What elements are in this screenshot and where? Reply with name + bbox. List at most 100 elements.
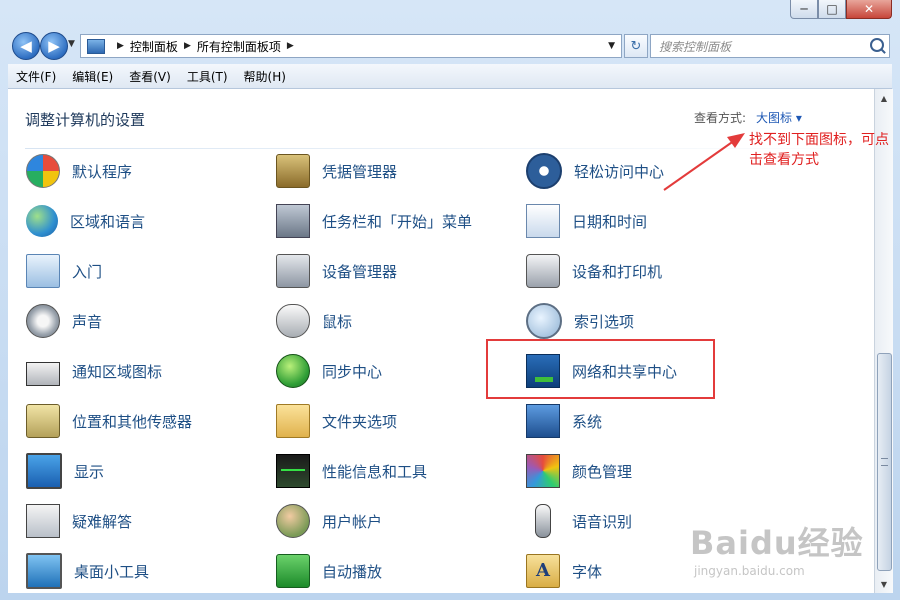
back-button[interactable]: ◀ [12, 32, 40, 60]
menu-edit[interactable]: 编辑(E) [64, 68, 121, 85]
watermark: Baidu经验 jingyan.baidu.com [690, 518, 890, 588]
control-panel-item[interactable]: 文件夹选项 [276, 401, 397, 441]
control-panel-item[interactable]: 桌面小工具 [26, 551, 149, 591]
search-input[interactable]: 搜索控制面板 [650, 34, 890, 58]
control-panel-item-label: 显示 [74, 462, 105, 481]
view-by-dropdown[interactable]: 大图标 ▾ [756, 111, 802, 125]
control-panel-item[interactable]: 性能信息和工具 [276, 451, 427, 491]
minimize-button[interactable]: ─ [790, 0, 818, 19]
scroll-up-icon[interactable]: ▲ [876, 90, 892, 106]
taskbar-start-menu-icon [276, 204, 310, 238]
menu-view[interactable]: 查看(V) [121, 68, 179, 85]
control-panel-window: ─ □ ✕ ◀ ▶ ▼ ▶ 控制面板 ▶ 所有控制面板项 ▶ ▼ ↻ 搜索控制面… [0, 0, 900, 600]
control-panel-item-label: 任务栏和「开始」菜单 [322, 212, 473, 231]
control-panel-item-label: 索引选项 [574, 312, 635, 331]
control-panel-item[interactable]: 自动播放 [276, 551, 382, 591]
control-panel-item-label: 同步中心 [322, 362, 383, 381]
divider [25, 148, 874, 149]
default-programs-icon [26, 154, 60, 188]
control-panel-item-label: 凭据管理器 [322, 162, 398, 181]
watermark-logo: Baidu经验 [690, 524, 864, 562]
refresh-button[interactable]: ↻ [624, 34, 648, 58]
control-panel-item[interactable]: 索引选项 [526, 301, 634, 341]
folder-options-icon [276, 404, 310, 438]
search-icon[interactable] [870, 38, 884, 52]
close-button[interactable]: ✕ [846, 0, 892, 19]
address-dropdown-icon[interactable]: ▼ [608, 41, 615, 51]
control-panel-item[interactable]: 设备和打印机 [526, 251, 662, 291]
speech-recognition-icon [535, 504, 551, 538]
control-panel-item-label: 通知区域图标 [72, 362, 163, 381]
control-panel-item[interactable]: 用户帐户 [276, 501, 382, 541]
control-panel-item-label: 区域和语言 [70, 212, 146, 231]
control-panel-item[interactable]: 位置和其他传感器 [26, 401, 192, 441]
ease-of-access-icon [526, 153, 562, 189]
control-panel-item[interactable]: 疑难解答 [26, 501, 132, 541]
control-panel-item[interactable]: 设备管理器 [276, 251, 397, 291]
control-panel-item-label: 位置和其他传感器 [72, 412, 193, 431]
control-panel-item-label: 入门 [72, 262, 103, 281]
breadcrumb-separator-icon[interactable]: ▶ [287, 41, 294, 51]
control-panel-item-label: 声音 [72, 312, 103, 331]
control-panel-item[interactable]: 鼠标 [276, 301, 352, 341]
control-panel-item[interactable]: 语音识别 [526, 501, 632, 541]
control-panel-item[interactable]: 日期和时间 [526, 201, 647, 241]
control-panel-item-label: 设备和打印机 [572, 262, 663, 281]
control-panel-item-label: 颜色管理 [572, 462, 633, 481]
device-manager-icon [276, 254, 310, 288]
maximize-button[interactable]: □ [818, 0, 846, 19]
breadcrumb-control-panel[interactable]: 控制面板 [130, 38, 178, 55]
page-title: 调整计算机的设置 [25, 111, 146, 129]
recent-pages-dropdown-icon[interactable]: ▼ [68, 39, 75, 49]
menu-tools[interactable]: 工具(T) [179, 68, 236, 85]
date-time-icon [526, 204, 560, 238]
credential-manager-icon [276, 154, 310, 188]
control-panel-item[interactable]: 入门 [26, 251, 102, 291]
control-panel-item-label: 文件夹选项 [322, 412, 398, 431]
mouse-icon [276, 304, 310, 338]
getting-started-icon [26, 254, 60, 288]
address-bar[interactable]: ▶ 控制面板 ▶ 所有控制面板项 ▶ ▼ [80, 34, 622, 58]
control-panel-item-label: 疑难解答 [72, 512, 133, 531]
control-panel-item[interactable]: 字体 [526, 551, 602, 591]
control-panel-item[interactable]: 轻松访问中心 [526, 151, 664, 191]
control-panel-item[interactable]: 声音 [26, 301, 102, 341]
control-panel-icon [87, 38, 105, 54]
autoplay-icon [276, 554, 310, 588]
fonts-icon [526, 554, 560, 588]
display-icon [26, 453, 62, 489]
control-panel-item-label: 系统 [572, 412, 603, 431]
indexing-options-icon [526, 303, 562, 339]
forward-button[interactable]: ▶ [40, 32, 68, 60]
notification-area-icon [26, 361, 60, 386]
control-panel-item[interactable]: 通知区域图标 [26, 351, 162, 391]
devices-printers-icon [526, 254, 560, 288]
control-panel-item[interactable]: 默认程序 [26, 151, 132, 191]
view-by-label: 查看方式: [694, 111, 747, 125]
view-by: 查看方式: 大图标 ▾ [694, 109, 802, 126]
navigation-bar: ◀ ▶ ▼ ▶ 控制面板 ▶ 所有控制面板项 ▶ ▼ ↻ 搜索控制面板 [8, 30, 892, 60]
control-panel-item[interactable]: 系统 [526, 401, 602, 441]
menu-file[interactable]: 文件(F) [8, 68, 64, 85]
control-panel-item[interactable]: 颜色管理 [526, 451, 632, 491]
control-panel-item-label: 鼠标 [322, 312, 353, 331]
control-panel-item[interactable]: 区域和语言 [26, 201, 145, 241]
watermark-url: jingyan.baidu.com [694, 564, 805, 578]
breadcrumb-separator-icon[interactable]: ▶ [117, 41, 124, 51]
breadcrumb-separator-icon[interactable]: ▶ [184, 41, 191, 51]
control-panel-item[interactable]: 凭据管理器 [276, 151, 397, 191]
control-panel-item-label: 字体 [572, 562, 603, 581]
control-panel-item-label: 用户帐户 [322, 512, 383, 531]
breadcrumb-all-items[interactable]: 所有控制面板项 [197, 38, 281, 55]
refresh-icon: ↻ [630, 38, 642, 54]
control-panel-item-label: 桌面小工具 [74, 562, 150, 581]
caption-buttons: ─ □ ✕ [790, 0, 892, 19]
control-panel-item-label: 轻松访问中心 [574, 162, 665, 181]
control-panel-item[interactable]: 显示 [26, 451, 104, 491]
control-panel-item[interactable]: 任务栏和「开始」菜单 [276, 201, 472, 241]
control-panel-item-label: 默认程序 [72, 162, 133, 181]
system-icon [526, 404, 560, 438]
control-panel-item[interactable]: 同步中心 [276, 351, 382, 391]
menu-help[interactable]: 帮助(H) [236, 68, 294, 85]
control-panel-item-label: 语音识别 [572, 512, 633, 531]
